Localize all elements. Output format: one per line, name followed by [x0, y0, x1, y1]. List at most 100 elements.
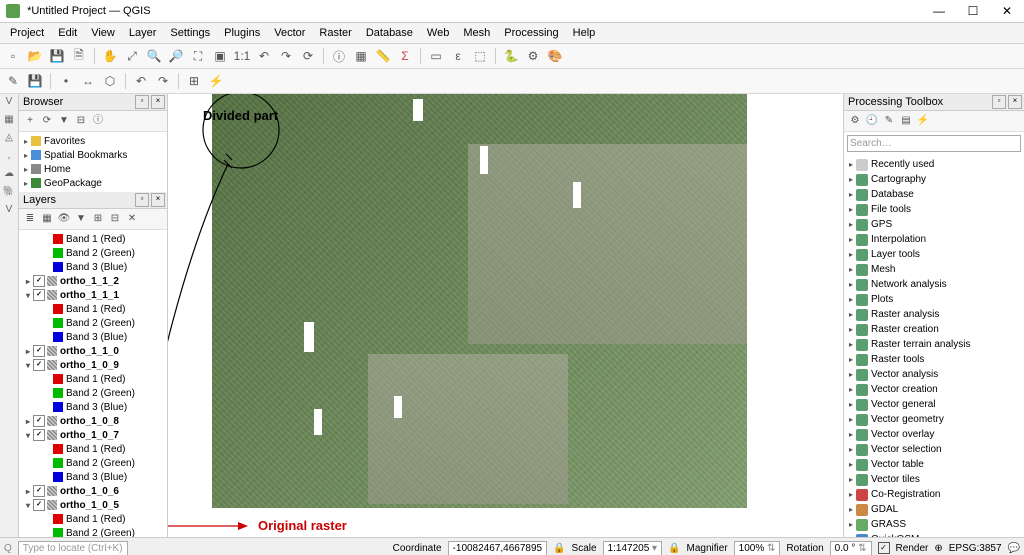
zoom-full-button[interactable]: ⛶ — [189, 47, 207, 65]
layers-panel-close-button[interactable]: × — [151, 193, 165, 207]
toolbox-item[interactable]: ▸Layer tools — [844, 247, 1024, 262]
vertex-tool-button[interactable]: ⬡ — [101, 72, 119, 90]
measure-button[interactable]: 📏 — [374, 47, 392, 65]
layer-band[interactable]: Band 1 (Red) — [19, 512, 167, 526]
toolbox-panel-close-button[interactable]: × — [1008, 95, 1022, 109]
layer-band[interactable]: Band 1 (Red) — [19, 302, 167, 316]
layer-group[interactable]: ▸✓ortho_1_1_0 — [19, 344, 167, 358]
save-edits-button[interactable]: 💾 — [26, 72, 44, 90]
layer-group[interactable]: ▾✓ortho_1_0_5 — [19, 498, 167, 512]
browser-item[interactable]: ▸Spatial Bookmarks — [19, 148, 167, 162]
layers-collapse-button[interactable]: ⊟ — [108, 212, 122, 226]
menu-mesh[interactable]: Mesh — [457, 26, 496, 40]
scale-field[interactable]: 1:147205 ▾ — [603, 541, 663, 555]
toolbox-history-button[interactable]: 🕘 — [865, 114, 879, 128]
add-vector-button[interactable]: V — [2, 96, 16, 110]
toolbox-item[interactable]: ▸Raster creation — [844, 322, 1024, 337]
toolbox-header[interactable]: Processing Toolbox ▫× — [844, 94, 1024, 111]
layer-band[interactable]: Band 1 (Red) — [19, 232, 167, 246]
coordinate-field[interactable]: -10082467,4667895 — [448, 541, 548, 555]
layers-tree[interactable]: Band 1 (Red)Band 2 (Green)Band 3 (Blue)▸… — [19, 230, 167, 537]
layer-band[interactable]: Band 3 (Blue) — [19, 330, 167, 344]
layer-band[interactable]: Band 2 (Green) — [19, 246, 167, 260]
toolbox-item[interactable]: ▸Vector general — [844, 397, 1024, 412]
render-checkbox[interactable]: ✓ — [878, 542, 890, 554]
move-feature-button[interactable]: ↔ — [79, 72, 97, 90]
layer-band[interactable]: Band 3 (Blue) — [19, 260, 167, 274]
zoom-next-button[interactable]: ↷ — [277, 47, 295, 65]
zoom-layer-button[interactable]: ▣ — [211, 47, 229, 65]
toolbox-item[interactable]: ▸Plots — [844, 292, 1024, 307]
locator-input[interactable]: Type to locate (Ctrl+K) — [18, 541, 128, 555]
menu-vector[interactable]: Vector — [268, 26, 311, 40]
menu-help[interactable]: Help — [567, 26, 602, 40]
toolbox-item[interactable]: ▸Raster tools — [844, 352, 1024, 367]
new-print-layout-button[interactable]: 🗎 — [70, 47, 88, 65]
identify-button[interactable]: ⓘ — [330, 47, 348, 65]
layer-band[interactable]: Band 1 (Red) — [19, 442, 167, 456]
toolbox-item[interactable]: ▸Recently used — [844, 157, 1024, 172]
browser-item[interactable]: ▸Favorites — [19, 134, 167, 148]
style-manager-button[interactable]: 🎨 — [546, 47, 564, 65]
toolbox-item[interactable]: ▸GPS — [844, 217, 1024, 232]
toolbox-item[interactable]: ▸Network analysis — [844, 277, 1024, 292]
menu-edit[interactable]: Edit — [52, 26, 83, 40]
rotation-field[interactable]: 0.0 ° ⇅ — [830, 541, 872, 555]
toolbox-edit-button[interactable]: ✎ — [882, 114, 896, 128]
zoom-out-button[interactable]: 🔎 — [167, 47, 185, 65]
layer-group[interactable]: ▸✓ortho_1_0_6 — [19, 484, 167, 498]
menu-plugins[interactable]: Plugins — [218, 26, 266, 40]
menu-project[interactable]: Project — [4, 26, 50, 40]
menu-raster[interactable]: Raster — [313, 26, 357, 40]
map-canvas[interactable]: Divided part Original raster — [168, 94, 843, 537]
browser-collapse-button[interactable]: ⊟ — [74, 114, 88, 128]
zoom-in-button[interactable]: 🔍 — [145, 47, 163, 65]
add-raster-button[interactable]: ▦ — [2, 114, 16, 128]
layer-band[interactable]: Band 2 (Green) — [19, 456, 167, 470]
add-postgis-button[interactable]: 🐘 — [2, 186, 16, 200]
new-project-button[interactable]: ▫ — [4, 47, 22, 65]
open-project-button[interactable]: 📂 — [26, 47, 44, 65]
layer-group[interactable]: ▾✓ortho_1_1_1 — [19, 288, 167, 302]
crs-label[interactable]: EPSG:3857 — [949, 543, 1002, 554]
toolbox-item[interactable]: ▸Vector tiles — [844, 472, 1024, 487]
add-wms-button[interactable]: ☁ — [2, 168, 16, 182]
browser-filter-button[interactable]: ▼ — [57, 114, 71, 128]
select-expression-button[interactable]: ε — [449, 47, 467, 65]
toolbox-button[interactable]: ⚙ — [524, 47, 542, 65]
menu-view[interactable]: View — [85, 26, 121, 40]
toolbox-item[interactable]: ▸GDAL — [844, 502, 1024, 517]
zoom-native-button[interactable]: 1:1 — [233, 47, 251, 65]
toolbox-item[interactable]: ▸File tools — [844, 202, 1024, 217]
pan-button[interactable]: ✋ — [101, 47, 119, 65]
browser-item[interactable]: ▸GeoPackage — [19, 176, 167, 190]
plugin-button[interactable]: ⚡ — [207, 72, 225, 90]
browser-panel-close-button[interactable]: × — [151, 95, 165, 109]
zoom-last-button[interactable]: ↶ — [255, 47, 273, 65]
browser-tree[interactable]: ▸Favorites▸Spatial Bookmarks▸Home▸GeoPac… — [19, 132, 167, 192]
layers-remove-button[interactable]: ✕ — [125, 212, 139, 226]
layers-expand-button[interactable]: ⊞ — [91, 212, 105, 226]
toolbox-panel-float-button[interactable]: ▫ — [992, 95, 1006, 109]
deselect-button[interactable]: ⬚ — [471, 47, 489, 65]
crs-icon[interactable]: ⊕ — [934, 543, 942, 554]
toolbox-item[interactable]: ▸Vector overlay — [844, 427, 1024, 442]
layer-group[interactable]: ▸✓ortho_1_0_8 — [19, 414, 167, 428]
messages-icon[interactable]: 💬 — [1008, 543, 1020, 554]
toolbox-item[interactable]: ▸Cartography — [844, 172, 1024, 187]
add-feature-button[interactable]: • — [57, 72, 75, 90]
layers-panel-float-button[interactable]: ▫ — [135, 193, 149, 207]
redo-button[interactable]: ↷ — [154, 72, 172, 90]
layer-band[interactable]: Band 1 (Red) — [19, 372, 167, 386]
maximize-button[interactable]: ☐ — [956, 0, 990, 22]
close-button[interactable]: ✕ — [990, 0, 1024, 22]
toolbox-item[interactable]: ▸Vector selection — [844, 442, 1024, 457]
menu-processing[interactable]: Processing — [498, 26, 564, 40]
layer-band[interactable]: Band 3 (Blue) — [19, 470, 167, 484]
toolbox-search-input[interactable]: Search… — [847, 135, 1021, 152]
layer-band[interactable]: Band 3 (Blue) — [19, 400, 167, 414]
browser-panel-float-button[interactable]: ▫ — [135, 95, 149, 109]
toolbox-item[interactable]: ▸Vector geometry — [844, 412, 1024, 427]
python-console-button[interactable]: 🐍 — [502, 47, 520, 65]
toolbox-options-button[interactable]: ⚡ — [916, 114, 930, 128]
